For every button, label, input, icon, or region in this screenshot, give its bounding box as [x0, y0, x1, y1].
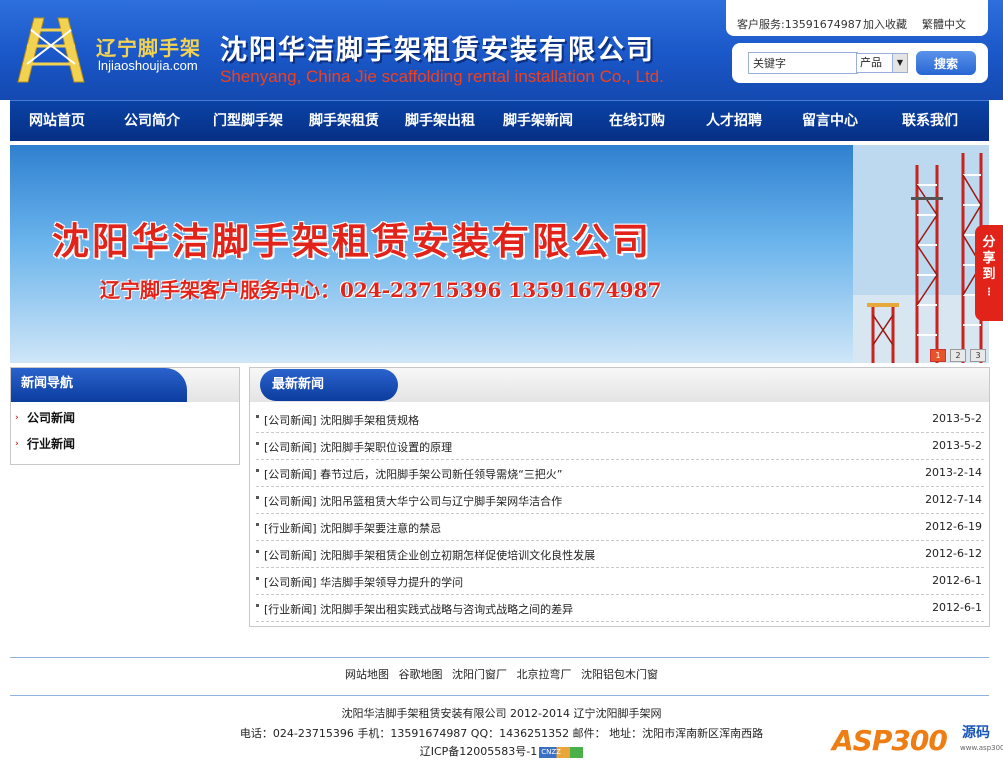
- service-phone: 客户服务:13591674987: [737, 18, 862, 31]
- footer-divider: [10, 657, 989, 658]
- nav-door-scaffold[interactable]: 门型脚手架: [200, 101, 296, 141]
- nav-about[interactable]: 公司简介: [104, 101, 200, 141]
- sidebar-item-industry-news[interactable]: › 行业新闻: [11, 431, 239, 457]
- nav-scaffold-lease[interactable]: 脚手架出租: [392, 101, 488, 141]
- news-navigation-title: 新闻导航: [11, 368, 187, 402]
- news-date: 2013-5-2: [932, 439, 982, 452]
- icp-number[interactable]: 辽ICP备12005583号-1: [420, 745, 538, 758]
- bullet-icon: [256, 469, 259, 472]
- slide-dot-1[interactable]: 1: [930, 349, 946, 362]
- company-name-en: Shenyang, China Jie scaffolding rental i…: [220, 67, 664, 86]
- nav-scaffold-news[interactable]: 脚手架新闻: [488, 101, 588, 141]
- news-date: 2013-5-2: [932, 412, 982, 425]
- footer-link-wood-door[interactable]: 沈阳铝包木门窗: [581, 668, 658, 681]
- chevron-down-icon: ▼: [892, 54, 907, 72]
- arrow-right-icon: ›: [15, 413, 19, 423]
- news-row[interactable]: [公司新闻] 华洁脚手架领导力提升的学问 2012-6-1: [256, 567, 984, 595]
- search-category-select[interactable]: 产品 ▼: [856, 53, 908, 73]
- watermark-sub: 源码: [962, 725, 990, 741]
- news-row[interactable]: [公司新闻] 沈阳吊篮租赁大华宁公司与辽宁脚手架网华洁合作 2012-7-14: [256, 486, 984, 514]
- sidebar-item-company-news[interactable]: › 公司新闻: [11, 405, 239, 431]
- search-input[interactable]: [748, 52, 858, 74]
- site-header: 辽宁脚手架 lnjiaoshoujia.com 沈阳华洁脚手架租赁安装有限公司 …: [0, 0, 1003, 100]
- sidebar-item-label: 公司新闻: [27, 411, 76, 425]
- traditional-chinese-link[interactable]: 繁體中文: [922, 16, 966, 32]
- site-logo[interactable]: 辽宁脚手架 lnjiaoshoujia.com: [14, 12, 210, 90]
- scaffold-logo-icon: [17, 17, 85, 83]
- nav-home[interactable]: 网站首页: [10, 101, 104, 141]
- search-category-value: 产品: [860, 56, 882, 69]
- search-panel: 产品 ▼ 搜索: [732, 43, 988, 83]
- footer-link-sitemap[interactable]: 网站地图: [345, 668, 389, 681]
- bullet-icon: [256, 415, 259, 418]
- banner-title: 沈阳华洁脚手架租赁安装有限公司: [52, 219, 652, 263]
- ellipsis-icon: ⋮: [984, 287, 994, 298]
- nav-online-order[interactable]: 在线订购: [588, 101, 686, 141]
- footer-links: 网站地图 谷歌地图 沈阳门窗厂 北京拉弯厂 沈阳铝包木门窗: [0, 666, 1003, 682]
- banner-subtitle: 辽宁脚手架客户服务中心：024-23715396 13591674987: [100, 278, 662, 302]
- news-date: 2012-6-12: [925, 547, 982, 560]
- nav-contact[interactable]: 联系我们: [878, 101, 982, 141]
- search-button[interactable]: 搜索: [916, 51, 976, 75]
- news-title[interactable]: [公司新闻] 华洁脚手架领导力提升的学问: [264, 574, 463, 590]
- news-date: 2012-7-14: [925, 493, 982, 506]
- bullet-icon: [256, 550, 259, 553]
- news-date: 2012-6-19: [925, 520, 982, 533]
- news-navigation: 新闻导航 › 公司新闻 › 行业新闻: [10, 367, 240, 465]
- watermark-url: www.asp300.com: [960, 744, 1003, 752]
- cnzz-badge[interactable]: CNZZ: [539, 746, 584, 758]
- bullet-icon: [256, 442, 259, 445]
- watermark-main: ASP300: [832, 724, 948, 757]
- news-title[interactable]: [公司新闻] 沈阳吊篮租赁大华宁公司与辽宁脚手架网华洁合作: [264, 493, 562, 509]
- news-row[interactable]: [公司新闻] 沈阳脚手架租赁规格 2013-5-2: [256, 405, 984, 433]
- nav-jobs[interactable]: 人才招聘: [686, 101, 782, 141]
- news-row[interactable]: [行业新闻] 沈阳脚手架要注意的禁忌 2012-6-19: [256, 513, 984, 541]
- news-row[interactable]: [行业新闻] 沈阳脚手架出租实践式战略与咨询式战略之间的差异 2012-6-1: [256, 594, 984, 622]
- latest-news-title: 最新新闻: [260, 369, 398, 401]
- scaffold-tower-image: [853, 145, 989, 363]
- slide-dot-2[interactable]: 2: [950, 349, 966, 362]
- news-date: 2012-6-1: [932, 601, 982, 614]
- latest-news-header: 最新新闻: [250, 368, 989, 402]
- footer-link-google-map[interactable]: 谷歌地图: [399, 668, 443, 681]
- news-title[interactable]: [公司新闻] 沈阳脚手架租赁规格: [264, 412, 419, 428]
- service-bar: 客户服务:13591674987 加入收藏 繁體中文: [726, 0, 988, 36]
- company-name-cn: 沈阳华洁脚手架租赁安装有限公司: [220, 35, 655, 66]
- news-row[interactable]: [公司新闻] 春节过后，沈阳脚手架公司新任领导需烧“三把火” 2013-2-14: [256, 459, 984, 487]
- slide-dot-3[interactable]: 3: [970, 349, 986, 362]
- latest-news: 最新新闻 [公司新闻] 沈阳脚手架租赁规格 2013-5-2 [公司新闻] 沈阳…: [249, 367, 990, 627]
- asp300-watermark: ASP300 源码 www.asp300.com: [832, 716, 1003, 760]
- add-favorite-link[interactable]: 加入收藏: [863, 16, 907, 32]
- news-title[interactable]: [行业新闻] 沈阳脚手架要注意的禁忌: [264, 520, 441, 536]
- main-nav: 网站首页 公司简介 门型脚手架 脚手架租赁 脚手架出租 脚手架新闻 在线订购 人…: [10, 100, 989, 141]
- share-label: 分享到: [982, 235, 996, 282]
- bullet-icon: [256, 496, 259, 499]
- bullet-icon: [256, 577, 259, 580]
- news-title[interactable]: [公司新闻] 春节过后，沈阳脚手架公司新任领导需烧“三把火”: [264, 466, 562, 482]
- footer-divider: [10, 695, 989, 696]
- news-navigation-header: 新闻导航: [11, 368, 239, 402]
- news-title[interactable]: [公司新闻] 沈阳脚手架职位设置的原理: [264, 439, 452, 455]
- news-date: 2013-2-14: [925, 466, 982, 479]
- nav-message[interactable]: 留言中心: [782, 101, 878, 141]
- hero-banner[interactable]: 沈阳华洁脚手架租赁安装有限公司 辽宁脚手架客户服务中心：024-23715396…: [10, 145, 989, 363]
- share-tab[interactable]: 分享到 ⋮: [975, 225, 1003, 321]
- logo-cn-text: 辽宁脚手架: [96, 36, 201, 60]
- arrow-right-icon: ›: [15, 439, 19, 449]
- bullet-icon: [256, 523, 259, 526]
- nav-scaffold-rental[interactable]: 脚手架租赁: [296, 101, 392, 141]
- logo-url-text: lnjiaoshoujia.com: [98, 58, 198, 73]
- news-date: 2012-6-1: [932, 574, 982, 587]
- bullet-icon: [256, 604, 259, 607]
- footer-link-bending-factory[interactable]: 北京拉弯厂: [517, 668, 572, 681]
- sidebar-item-label: 行业新闻: [27, 437, 76, 451]
- news-title[interactable]: [行业新闻] 沈阳脚手架出租实践式战略与咨询式战略之间的差异: [264, 601, 573, 617]
- footer-link-door-factory[interactable]: 沈阳门窗厂: [452, 668, 507, 681]
- news-title[interactable]: [公司新闻] 沈阳脚手架租赁企业创立初期怎样促使培训文化良性发展: [264, 547, 595, 563]
- news-row[interactable]: [公司新闻] 沈阳脚手架租赁企业创立初期怎样促使培训文化良性发展 2012-6-…: [256, 540, 984, 568]
- news-row[interactable]: [公司新闻] 沈阳脚手架职位设置的原理 2013-5-2: [256, 432, 984, 460]
